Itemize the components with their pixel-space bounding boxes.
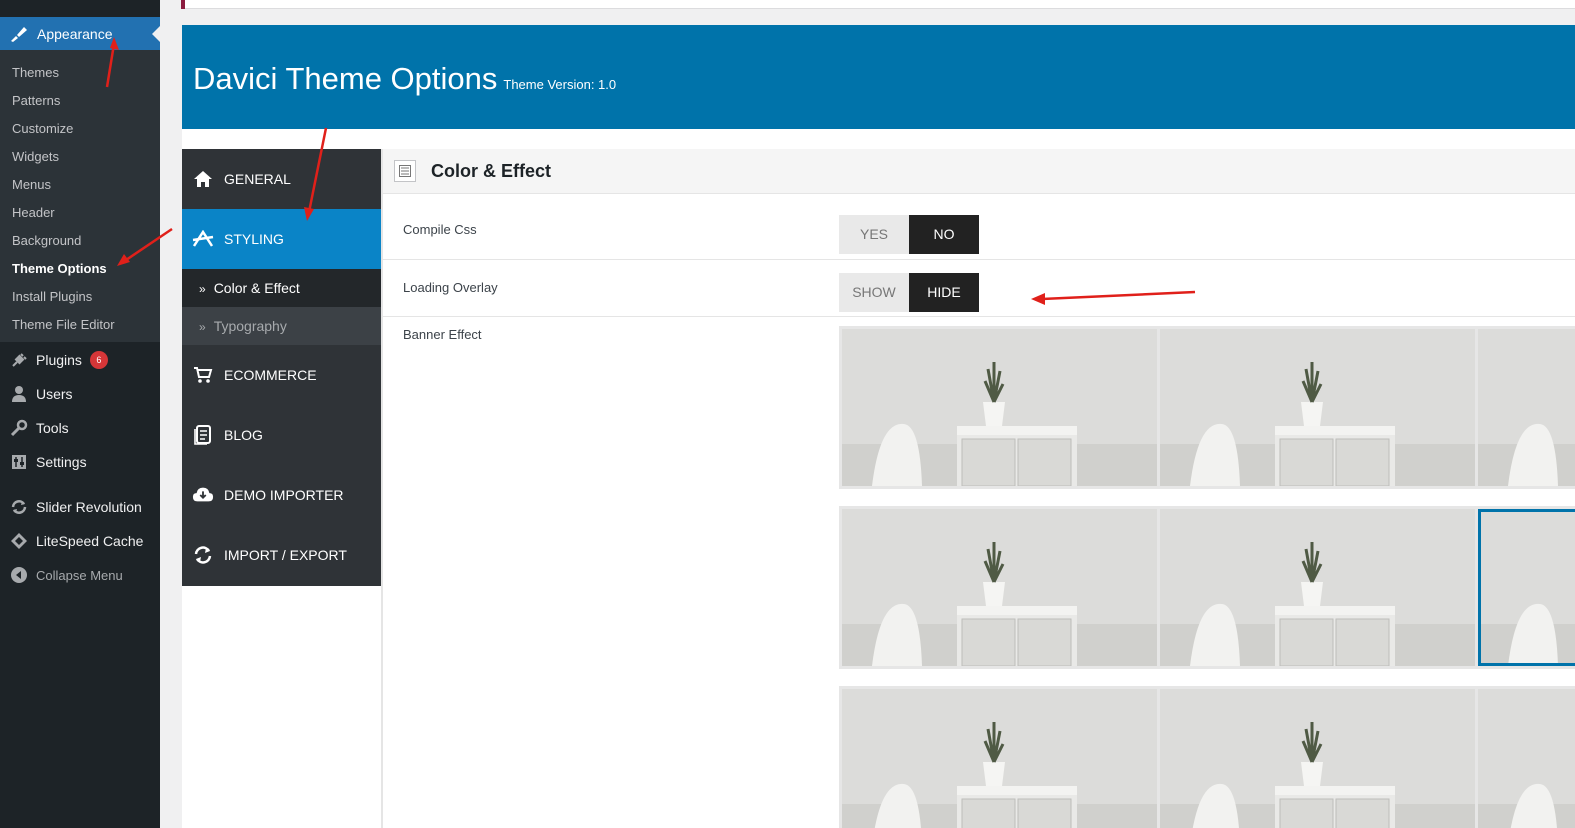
menu-litespeed-cache-label: LiteSpeed Cache [36,533,144,549]
refresh-icon [9,498,29,516]
nav-import-export-label: IMPORT / EXPORT [224,547,347,563]
banner-effect-option[interactable] [842,329,1157,486]
banner-effect-option[interactable] [842,509,1157,666]
banner-effect-option[interactable] [1478,689,1575,828]
options-nav: GENERAL STYLING » Color & Effect » Typogra… [182,149,381,586]
submenu-patterns[interactable]: Patterns [0,87,160,115]
banner-effect-label: Banner Effect [403,327,482,342]
sync-icon [192,545,214,565]
plugin-icon [9,351,29,369]
banner-effect-option[interactable] [1478,509,1575,666]
nav-sub-typography[interactable]: » Typography [182,307,381,345]
top-strip-marker [181,0,185,9]
banner-effect-row [839,326,1575,489]
collapse-menu-button[interactable]: Collapse Menu [0,558,160,592]
appearance-submenu: Themes Patterns Customize Widgets Menus … [0,50,160,342]
menu-plugins[interactable]: Plugins 6 [0,343,160,377]
section-icon [394,160,416,182]
nav-styling-label: STYLING [224,231,284,247]
menu-litespeed-cache[interactable]: LiteSpeed Cache [0,524,160,558]
loading-overlay-hide-button[interactable]: HIDE [909,273,979,312]
nav-demo-importer[interactable]: DEMO IMPORTER [182,465,381,525]
nav-divider [381,149,383,828]
nav-sub-color-effect-label: Color & Effect [213,280,300,296]
nav-general-label: GENERAL [224,171,291,187]
nav-ecommerce-label: ECOMMERCE [224,367,317,383]
menu-slider-revolution-label: Slider Revolution [36,499,142,515]
submenu-customize[interactable]: Customize [0,115,160,143]
page-title: Davici Theme Options [193,61,498,96]
collapse-icon [9,566,29,584]
menu-tools[interactable]: Tools [0,411,160,445]
theme-version: Theme Version: 1.0 [503,77,617,92]
nav-import-export[interactable]: IMPORT / EXPORT [182,525,381,585]
banner-effect-option[interactable] [1478,329,1575,486]
nav-blog-label: BLOG [224,427,263,443]
menu-appearance[interactable]: Appearance [0,17,160,50]
menu-settings[interactable]: Settings [0,445,160,479]
compile-css-no-button[interactable]: NO [909,215,979,254]
nav-ecommerce[interactable]: ECOMMERCE [182,345,381,405]
plugins-update-badge: 6 [89,351,108,369]
collapse-menu-label: Collapse Menu [36,567,123,583]
nav-demo-importer-label: DEMO IMPORTER [224,487,344,503]
nav-sub-color-effect[interactable]: » Color & Effect [182,269,381,307]
menu-slider-revolution[interactable]: Slider Revolution [0,490,160,524]
subitem-marker: » [199,282,206,296]
banner-effect-row [839,686,1575,828]
theme-options-header: Davici Theme Options Theme Version: 1.0 [182,25,1575,129]
diamond-icon [9,532,29,550]
compile-css-label: Compile Css [403,222,477,237]
cloud-download-icon [192,486,214,504]
styling-icon [192,230,214,248]
cart-icon [192,366,214,384]
menu-users-label: Users [36,386,73,402]
submenu-theme-file-editor[interactable]: Theme File Editor [0,311,160,339]
submenu-widgets[interactable]: Widgets [0,143,160,171]
wrench-icon [9,419,29,437]
paintbrush-icon [9,25,29,43]
blog-icon [192,425,214,445]
option-divider [383,259,1575,260]
menu-users[interactable]: Users [0,377,160,411]
banner-effect-row [839,506,1575,669]
menu-appearance-label: Appearance [37,25,113,42]
top-strip [181,0,1575,9]
section-title: Color & Effect [431,160,552,181]
home-icon [192,170,214,188]
section-header: Color & Effect [383,149,1575,194]
nav-sub-typography-label: Typography [213,318,287,334]
banner-effect-option[interactable] [1160,689,1475,828]
compile-css-toggle: YES NO [839,215,979,254]
submenu-header[interactable]: Header [0,199,160,227]
wp-admin-sidebar: Appearance Themes Patterns Customize Wid… [0,0,160,828]
settings-icon [9,453,29,471]
nav-blog[interactable]: BLOG [182,405,381,465]
banner-effect-option[interactable] [842,689,1157,828]
submenu-theme-options[interactable]: Theme Options [0,255,160,283]
submenu-install-plugins[interactable]: Install Plugins [0,283,160,311]
menu-tools-label: Tools [36,420,69,436]
menu-settings-label: Settings [36,454,87,470]
nav-general[interactable]: GENERAL [182,149,381,209]
submenu-themes[interactable]: Themes [0,59,160,87]
banner-effect-option[interactable] [1160,509,1475,666]
users-icon [9,385,29,403]
loading-overlay-toggle: SHOW HIDE [839,273,979,312]
banner-effect-option[interactable] [1160,329,1475,486]
loading-overlay-label: Loading Overlay [403,280,498,295]
menu-plugins-label: Plugins [36,352,82,368]
option-divider [383,316,1575,317]
submenu-background[interactable]: Background [0,227,160,255]
submenu-menus[interactable]: Menus [0,171,160,199]
loading-overlay-show-button[interactable]: SHOW [839,273,909,312]
compile-css-yes-button[interactable]: YES [839,215,909,254]
nav-styling[interactable]: STYLING [182,209,381,269]
subitem-marker: » [199,320,206,334]
